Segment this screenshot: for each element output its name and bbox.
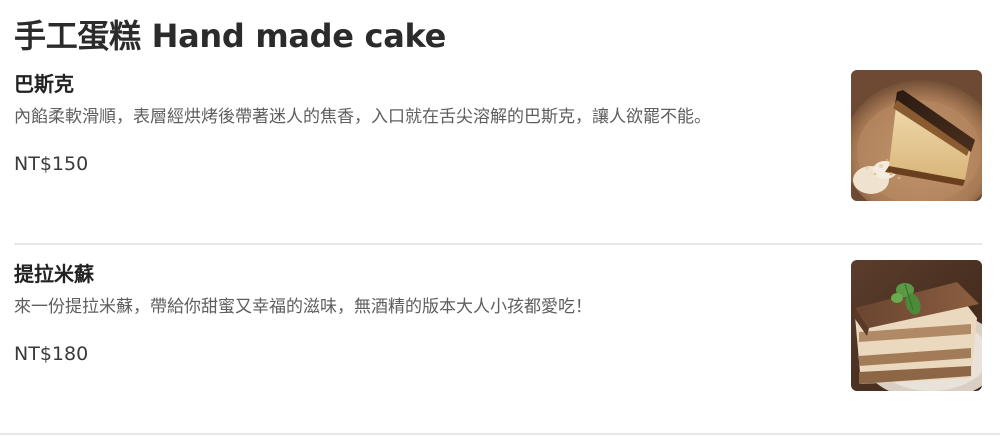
item-price: NT$150 [14,153,89,175]
basque-cheesecake-photo[interactable] [851,70,982,201]
item-name: 巴斯克 [14,72,74,96]
section-title: 手工蛋糕 Hand made cake [14,17,447,55]
menu-item-basque[interactable]: 巴斯克 內餡柔軟滑順，表層經烘烤後帶著迷人的焦香，入口就在舌尖溶解的巴斯克，讓人… [0,68,1000,244]
item-name: 提拉米蘇 [14,262,94,286]
menu-page: 手工蛋糕 Hand made cake 巴斯克 內餡柔軟滑順，表層經烘烤後帶著迷… [0,0,1000,437]
tiramisu-photo[interactable] [851,260,982,391]
tiramisu-image [851,260,982,391]
item-divider [0,433,1000,435]
item-description: 來一份提拉米蘇，帶給你甜蜜又幸福的滋味，無酒精的版本大人小孩都愛吃！ [14,297,592,317]
item-divider [14,243,982,245]
item-price: NT$180 [14,343,89,365]
menu-item-tiramisu[interactable]: 提拉米蘇 來一份提拉米蘇，帶給你甜蜜又幸福的滋味，無酒精的版本大人小孩都愛吃！ … [0,258,1000,434]
item-description: 內餡柔軟滑順，表層經烘烤後帶著迷人的焦香，入口就在舌尖溶解的巴斯克，讓人欲罷不能… [14,107,711,127]
basque-cheesecake-image [851,70,982,201]
